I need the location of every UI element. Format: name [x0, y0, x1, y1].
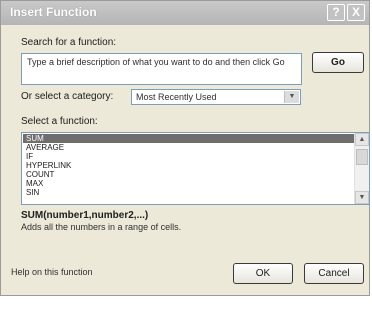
function-list-label: Select a function: [21, 116, 98, 127]
scroll-down-icon[interactable]: ▼ [355, 191, 369, 204]
function-description: Adds all the numbers in a range of cells… [21, 222, 182, 232]
insert-function-dialog: Insert Function ? X Search for a functio… [0, 0, 370, 296]
list-item[interactable]: SUM [23, 134, 355, 143]
close-icon: X [351, 5, 360, 19]
category-label: Or select a category: [21, 91, 114, 102]
close-button[interactable]: X [347, 4, 365, 21]
list-item[interactable]: AVERAGE [23, 143, 355, 152]
chevron-down-icon[interactable]: ▼ [284, 91, 299, 103]
go-button[interactable]: Go [312, 52, 364, 73]
title-bar[interactable]: Insert Function ? X [1, 1, 369, 25]
list-scrollbar[interactable]: ▲ ▼ [354, 133, 369, 204]
category-select[interactable]: Most Recently Used ▼ [131, 89, 301, 105]
help-on-function-link[interactable]: Help on this function [11, 267, 93, 277]
scroll-up-icon[interactable]: ▲ [355, 133, 369, 146]
cancel-button[interactable]: Cancel [304, 263, 364, 284]
function-list[interactable]: SUM AVERAGE IF HYPERLINK COUNT MAX SIN ▲… [21, 132, 370, 205]
question-mark-icon: ? [332, 5, 340, 19]
list-item[interactable]: SIN [23, 188, 355, 197]
list-item[interactable]: MAX [23, 179, 355, 188]
dialog-title: Insert Function [10, 5, 97, 19]
help-button[interactable]: ? [327, 4, 345, 21]
category-selected-value: Most Recently Used [136, 92, 217, 102]
list-item[interactable]: COUNT [23, 170, 355, 179]
search-label: Search for a function: [21, 37, 117, 48]
function-signature: SUM(number1,number2,...) [21, 210, 149, 221]
search-input[interactable]: Type a brief description of what you wan… [21, 53, 302, 85]
list-item[interactable]: IF [23, 152, 355, 161]
list-item[interactable]: HYPERLINK [23, 161, 355, 170]
scroll-thumb[interactable] [356, 149, 368, 165]
ok-button[interactable]: OK [233, 263, 293, 284]
